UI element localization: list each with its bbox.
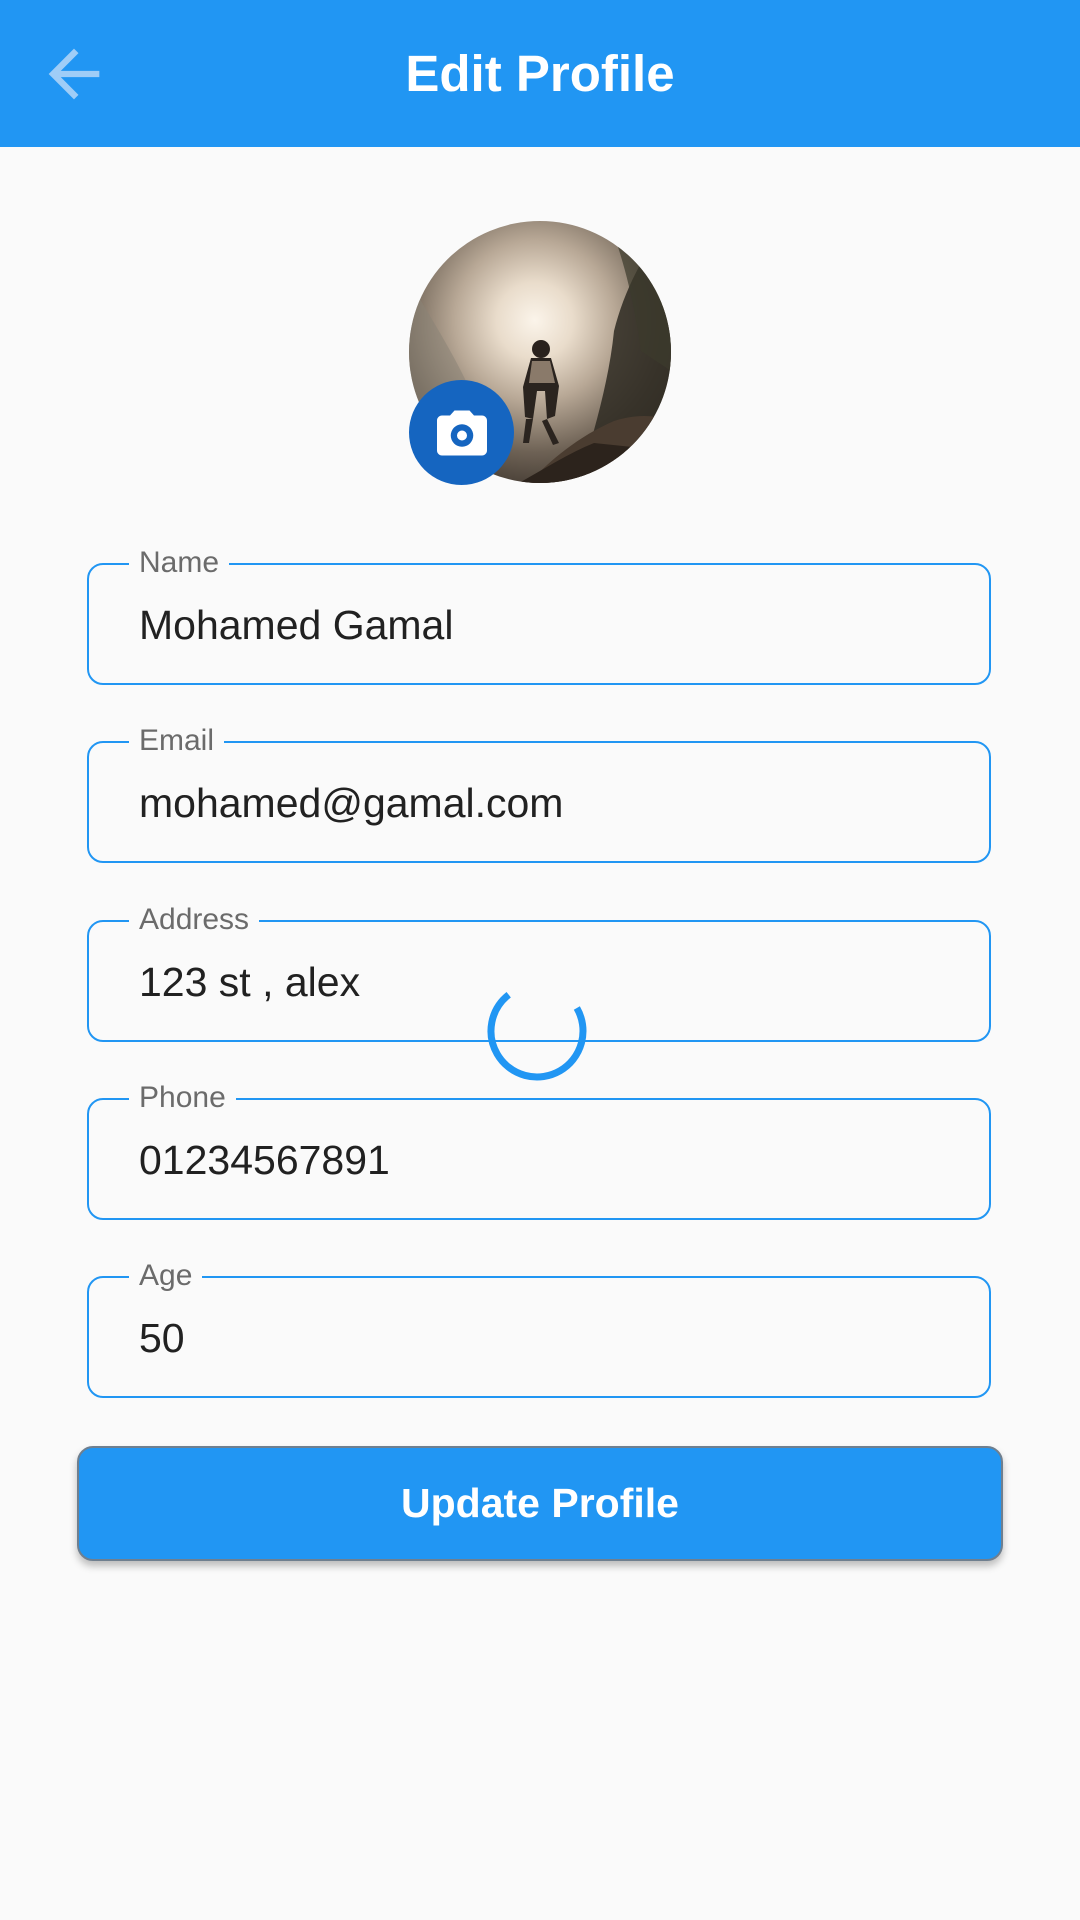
age-field-value[interactable]: 50 [139,1313,185,1363]
address-field-label: Address [129,900,260,940]
age-field-label: Age [129,1256,203,1296]
email-field-label: Email [129,721,225,761]
profile-avatar-section [409,221,671,485]
update-profile-button[interactable]: Update Profile [77,1446,1003,1561]
loading-spinner-icon [487,981,587,1081]
page-title: Edit Profile [405,45,675,102]
name-field-value[interactable]: Mohamed Gamal [139,600,453,650]
phone-field-label: Phone [129,1078,236,1118]
phone-field-value[interactable]: 01234567891 [139,1135,390,1185]
email-field-value[interactable]: mohamed@gamal.com [139,778,563,828]
age-field[interactable]: Age 50 [87,1256,991,1398]
app-bar: Edit Profile [0,0,1080,147]
address-field-value[interactable]: 123 st , alex [139,957,360,1007]
name-field-label: Name [129,543,230,583]
name-field[interactable]: Name Mohamed Gamal [87,543,991,685]
phone-field[interactable]: Phone 01234567891 [87,1078,991,1220]
camera-icon [436,410,487,455]
change-photo-button[interactable] [409,380,514,485]
email-field[interactable]: Email mohamed@gamal.com [87,721,991,863]
